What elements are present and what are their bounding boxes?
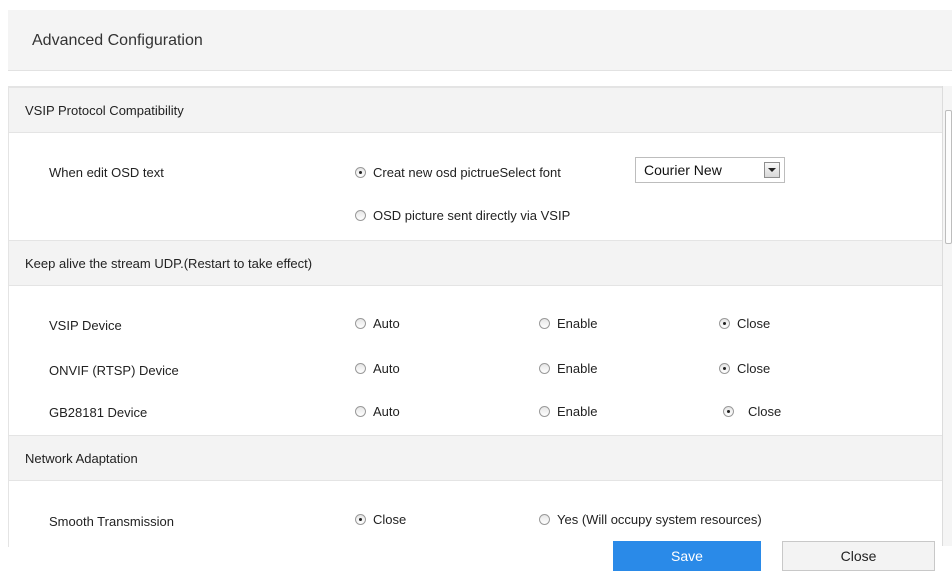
radio-checked-icon bbox=[355, 514, 366, 525]
radio-gb-close[interactable]: Close bbox=[723, 404, 781, 419]
radio-label: Enable bbox=[557, 316, 598, 331]
radio-unchecked-icon bbox=[539, 514, 550, 525]
dialog-title: Advanced Configuration bbox=[32, 32, 203, 49]
radio-vsip-close[interactable]: Close bbox=[719, 316, 770, 331]
radio-onvif-auto[interactable]: Auto bbox=[355, 361, 400, 376]
radio-label: Close bbox=[748, 404, 782, 419]
font-select-value: Courier New bbox=[644, 162, 722, 178]
chevron-down-icon[interactable] bbox=[764, 162, 780, 178]
radio-checked-icon bbox=[723, 406, 734, 417]
radio-label: Close bbox=[373, 512, 407, 527]
radio-unchecked-icon bbox=[355, 363, 366, 374]
osd-label: When edit OSD text bbox=[49, 165, 164, 180]
smooth-transmission-label: Smooth Transmission bbox=[49, 514, 174, 529]
scrollbar-thumb[interactable] bbox=[945, 110, 952, 244]
radio-checked-icon bbox=[719, 363, 730, 374]
radio-smooth-yes[interactable]: Yes (Will occupy system resources) bbox=[539, 512, 762, 527]
radio-unchecked-icon bbox=[355, 210, 366, 221]
radio-label: Enable bbox=[557, 361, 598, 376]
close-button[interactable]: Close bbox=[782, 541, 935, 571]
radio-checked-icon bbox=[719, 318, 730, 329]
radio-label: Auto bbox=[373, 404, 400, 419]
section-title-vsip: VSIP Protocol Compatibility bbox=[25, 103, 184, 118]
config-content: VSIP Protocol Compatibility When edit OS… bbox=[8, 86, 943, 547]
row-label-onvif-device: ONVIF (RTSP) Device bbox=[49, 363, 179, 378]
radio-label: Auto bbox=[373, 361, 400, 376]
radio-checked-icon bbox=[355, 167, 366, 178]
section-title-network: Network Adaptation bbox=[25, 451, 138, 466]
radio-label: Auto bbox=[373, 316, 400, 331]
radio-vsip-enable[interactable]: Enable bbox=[539, 316, 597, 331]
radio-unchecked-icon bbox=[539, 406, 550, 417]
radio-gb-enable[interactable]: Enable bbox=[539, 404, 597, 419]
radio-unchecked-icon bbox=[355, 318, 366, 329]
section-title-keepalive: Keep alive the stream UDP.(Restart to ta… bbox=[25, 256, 313, 271]
radio-onvif-enable[interactable]: Enable bbox=[539, 361, 597, 376]
dialog-header: Advanced Configuration bbox=[8, 10, 952, 71]
radio-unchecked-icon bbox=[355, 406, 366, 417]
row-label-vsip-device: VSIP Device bbox=[49, 318, 122, 333]
radio-label: Close bbox=[737, 361, 771, 376]
radio-label: Close bbox=[737, 316, 771, 331]
radio-onvif-close[interactable]: Close bbox=[719, 361, 770, 376]
section-network-header: Network Adaptation bbox=[9, 435, 943, 481]
radio-label: Yes (Will occupy system resources) bbox=[557, 512, 762, 527]
radio-gb-auto[interactable]: Auto bbox=[355, 404, 400, 419]
radio-osd-direct-label: OSD picture sent directly via VSIP bbox=[373, 208, 571, 223]
save-button[interactable]: Save bbox=[613, 541, 761, 571]
font-select[interactable]: Courier New bbox=[635, 157, 785, 183]
radio-unchecked-icon bbox=[539, 318, 550, 329]
radio-osd-direct[interactable]: OSD picture sent directly via VSIP bbox=[355, 208, 570, 223]
radio-smooth-close[interactable]: Close bbox=[355, 512, 406, 527]
section-vsip-header: VSIP Protocol Compatibility bbox=[9, 87, 943, 133]
radio-label: Enable bbox=[557, 404, 598, 419]
radio-vsip-auto[interactable]: Auto bbox=[355, 316, 400, 331]
section-keepalive-header: Keep alive the stream UDP.(Restart to ta… bbox=[9, 240, 943, 286]
row-label-gb28181-device: GB28181 Device bbox=[49, 405, 148, 420]
radio-unchecked-icon bbox=[539, 363, 550, 374]
radio-osd-create-label: Creat new osd pictrueSelect font bbox=[373, 165, 561, 180]
radio-osd-create[interactable]: Creat new osd pictrueSelect font bbox=[355, 165, 561, 180]
